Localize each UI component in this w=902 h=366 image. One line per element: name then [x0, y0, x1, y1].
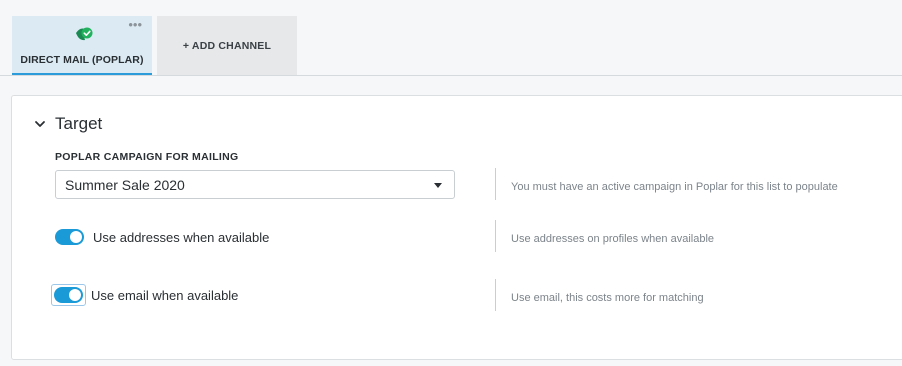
email-toggle-label: Use email when available	[91, 287, 239, 303]
target-card: Target POPLAR CAMPAIGN FOR MAILING Summe…	[11, 95, 902, 360]
add-channel-button[interactable]: + ADD CHANNEL	[157, 16, 297, 75]
campaign-select[interactable]: Summer Sale 2020	[55, 170, 455, 199]
toggle-knob	[70, 231, 82, 243]
campaign-help-text: You must have an active campaign in Popl…	[495, 168, 838, 200]
channel-tabs-bar: ••• DIRECT MAIL (POPLAR) + ADD CHANNEL	[0, 0, 902, 76]
email-toggle[interactable]	[54, 287, 83, 303]
campaign-field-label: POPLAR CAMPAIGN FOR MAILING	[55, 151, 239, 163]
more-options-icon[interactable]: •••	[128, 18, 142, 31]
email-help-text: Use email, this costs more for matching	[495, 279, 704, 311]
addresses-toggle[interactable]	[55, 229, 84, 245]
addresses-toggle-label: Use addresses when available	[93, 229, 270, 245]
caret-down-icon	[434, 183, 442, 188]
addresses-toggle-row: Use addresses when available	[55, 226, 269, 248]
toggle-knob	[69, 289, 81, 301]
chevron-down-icon	[35, 121, 45, 127]
poplar-check-icon	[76, 27, 93, 41]
email-toggle-row: Use email when available	[51, 284, 239, 306]
campaign-select-value: Summer Sale 2020	[65, 176, 185, 193]
section-title: Target	[55, 114, 103, 133]
tab-direct-mail-poplar[interactable]: ••• DIRECT MAIL (POPLAR)	[12, 16, 152, 75]
target-section-toggle[interactable]: Target	[34, 114, 102, 134]
addresses-help-text: Use addresses on profiles when available	[495, 220, 714, 252]
email-toggle-focus-ring	[51, 284, 86, 306]
tab-label: DIRECT MAIL (POPLAR)	[20, 54, 144, 66]
